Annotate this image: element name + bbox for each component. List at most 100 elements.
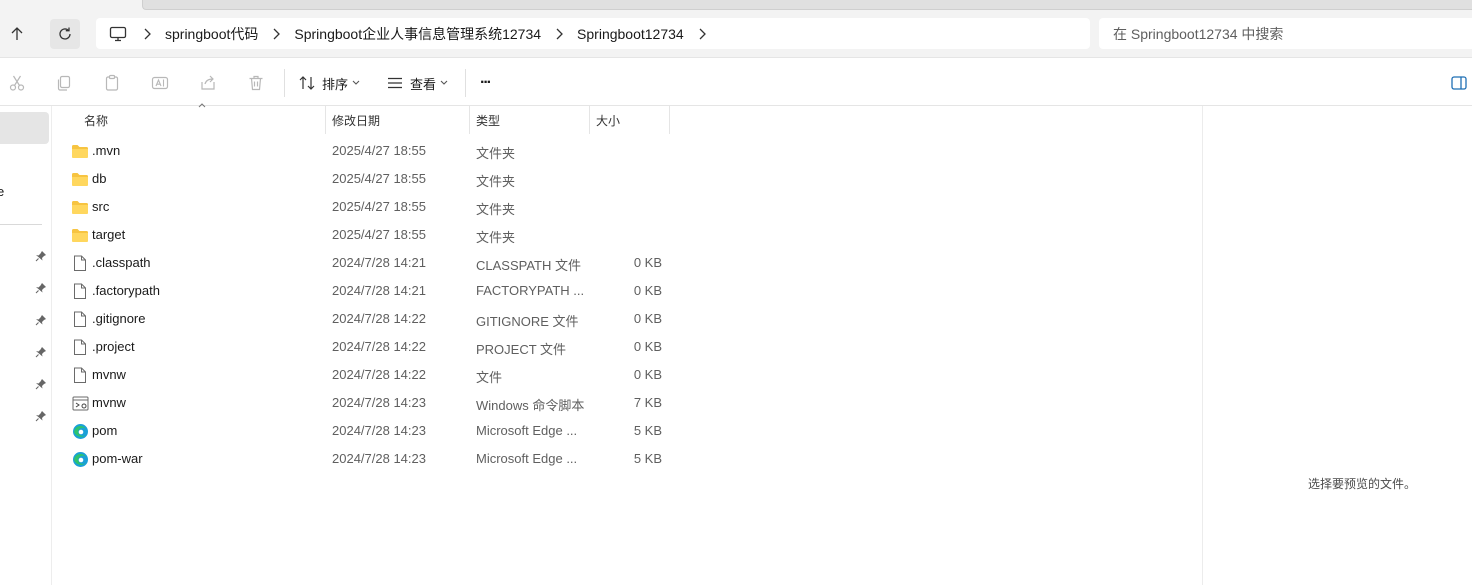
breadcrumb-item[interactable]: Springboot企业人事信息管理系统12734: [294, 24, 541, 44]
pin-icon[interactable]: [34, 249, 48, 263]
column-divider[interactable]: [669, 106, 670, 134]
file-row[interactable]: mvnw 2024/7/28 14:23 Windows 命令脚本 7 KB: [64, 389, 664, 417]
nav-item-selected[interactable]: [0, 112, 49, 144]
details-pane-button[interactable]: [1449, 73, 1469, 93]
pin-icon[interactable]: [34, 345, 48, 359]
cut-button[interactable]: [5, 71, 29, 95]
file-name: .factorypath: [92, 283, 160, 298]
file-name: .gitignore: [92, 311, 146, 326]
computer-icon: [107, 23, 129, 45]
folder-icon: [71, 199, 89, 215]
nav-divider: [0, 224, 42, 225]
file-row[interactable]: target 2025/4/27 18:55 文件夹: [64, 221, 664, 249]
chevron-right-icon[interactable]: [551, 26, 567, 42]
up-button[interactable]: [2, 19, 32, 49]
more-options-button[interactable]: ···: [480, 70, 492, 96]
file-type: 文件: [476, 370, 503, 385]
navigation-pane: e: [0, 106, 52, 585]
address-bar[interactable]: springboot代码 Springboot企业人事信息管理系统12734 S…: [96, 18, 1090, 49]
file-name: mvnw: [92, 395, 126, 410]
preview-empty-message: 选择要预览的文件。: [1308, 477, 1417, 491]
file-name: .project: [92, 339, 135, 354]
file-date: 2025/4/27 18:55: [332, 171, 426, 186]
file-date: 2024/7/28 14:23: [332, 451, 426, 466]
file-date: 2024/7/28 14:23: [332, 423, 426, 438]
rename-button[interactable]: [148, 71, 172, 95]
file-type: CLASSPATH 文件: [476, 258, 581, 273]
preview-pane: 选择要预览的文件。: [1202, 106, 1472, 585]
file-row[interactable]: db 2025/4/27 18:55 文件夹: [64, 165, 664, 193]
toolbar-divider: [284, 69, 285, 97]
file-size: 0 KB: [633, 311, 662, 326]
file-name: pom: [92, 423, 118, 438]
arrow-up-icon: [11, 27, 23, 40]
file-name: db: [92, 171, 107, 186]
file-row[interactable]: pom 2024/7/28 14:23 Microsoft Edge ... 5 KB: [64, 417, 664, 445]
file-type: FACTORYPATH ...: [476, 283, 585, 298]
preview-pane-icon: [1451, 76, 1467, 90]
nav-item-label[interactable]: e: [0, 184, 4, 199]
tab-strip: [142, 0, 1472, 10]
sort-label: 排序: [322, 76, 349, 92]
pin-icon[interactable]: [34, 281, 48, 295]
pin-icon[interactable]: [34, 377, 48, 391]
view-button[interactable]: 查看: [386, 70, 448, 96]
copy-button[interactable]: [52, 71, 76, 95]
file-row[interactable]: pom-war 2024/7/28 14:23 Microsoft Edge ...…: [64, 445, 664, 473]
file-name: .classpath: [92, 255, 151, 270]
file-date: 2024/7/28 14:21: [332, 283, 426, 298]
column-header-size[interactable]: 大小: [589, 106, 669, 134]
column-header-type[interactable]: 类型: [469, 106, 589, 134]
breadcrumb-item[interactable]: Springboot12734: [577, 26, 684, 42]
file-name: target: [92, 227, 126, 242]
file-type: 文件夹: [476, 230, 516, 245]
file-row[interactable]: .classpath 2024/7/28 14:21 CLASSPATH 文件 0 K…: [64, 249, 664, 277]
chevron-right-icon[interactable]: [694, 26, 710, 42]
file-row[interactable]: src 2025/4/27 18:55 文件夹: [64, 193, 664, 221]
column-header-date[interactable]: 修改日期: [325, 106, 469, 134]
file-size: 5 KB: [633, 451, 662, 466]
file-name: .mvn: [92, 143, 121, 158]
trash-icon: [249, 75, 263, 91]
file-size: 5 KB: [633, 423, 662, 438]
file-row[interactable]: mvnw 2024/7/28 14:22 文件 0 KB: [64, 361, 664, 389]
column-header-name[interactable]: 名称: [77, 106, 325, 134]
file-date: 2025/4/27 18:55: [332, 199, 426, 214]
file-type: GITIGNORE 文件: [476, 314, 579, 329]
view-label: 查看: [410, 76, 437, 92]
breadcrumb-item[interactable]: springboot代码: [165, 24, 258, 44]
chevron-right-icon[interactable]: [139, 26, 155, 42]
delete-button[interactable]: [244, 71, 268, 95]
refresh-icon: [59, 27, 71, 40]
file-type: 文件夹: [476, 146, 516, 161]
file-date: 2024/7/28 14:23: [332, 395, 426, 410]
list-view-icon: [388, 77, 402, 89]
more-icon: ···: [480, 74, 492, 91]
file-row[interactable]: .gitignore 2024/7/28 14:22 GITIGNORE 文件 0 K…: [64, 305, 664, 333]
file-row[interactable]: .project 2024/7/28 14:22 PROJECT 文件 0 KB: [64, 333, 664, 361]
file-row[interactable]: .factorypath 2024/7/28 14:21 FACTORYPATH .…: [64, 277, 664, 305]
file-date: 2024/7/28 14:22: [332, 339, 426, 354]
file-date: 2024/7/28 14:21: [332, 255, 426, 270]
file-icon: [71, 255, 89, 271]
file-icon: [71, 339, 89, 355]
paste-button[interactable]: [100, 71, 124, 95]
refresh-button[interactable]: [50, 19, 80, 49]
chevron-down-icon: [352, 80, 360, 86]
title-bar: springboot代码 Springboot企业人事信息管理系统12734 S…: [0, 0, 1472, 58]
chevron-right-icon[interactable]: [268, 26, 284, 42]
pin-icon[interactable]: [34, 409, 48, 423]
file-type: 文件夹: [476, 202, 516, 217]
folder-icon: [71, 143, 89, 159]
file-name: src: [92, 199, 110, 214]
sort-button[interactable]: 排序: [298, 70, 360, 96]
pin-icon[interactable]: [34, 313, 48, 327]
file-icon: [71, 283, 89, 299]
share-button[interactable]: [196, 71, 220, 95]
search-box[interactable]: [1099, 18, 1472, 49]
search-input[interactable]: [1113, 25, 1472, 42]
file-date: 2025/4/27 18:55: [332, 143, 426, 158]
file-row[interactable]: .mvn 2025/4/27 18:55 文件夹: [64, 137, 664, 165]
folder-icon: [71, 171, 89, 187]
file-size: 0 KB: [633, 339, 662, 354]
